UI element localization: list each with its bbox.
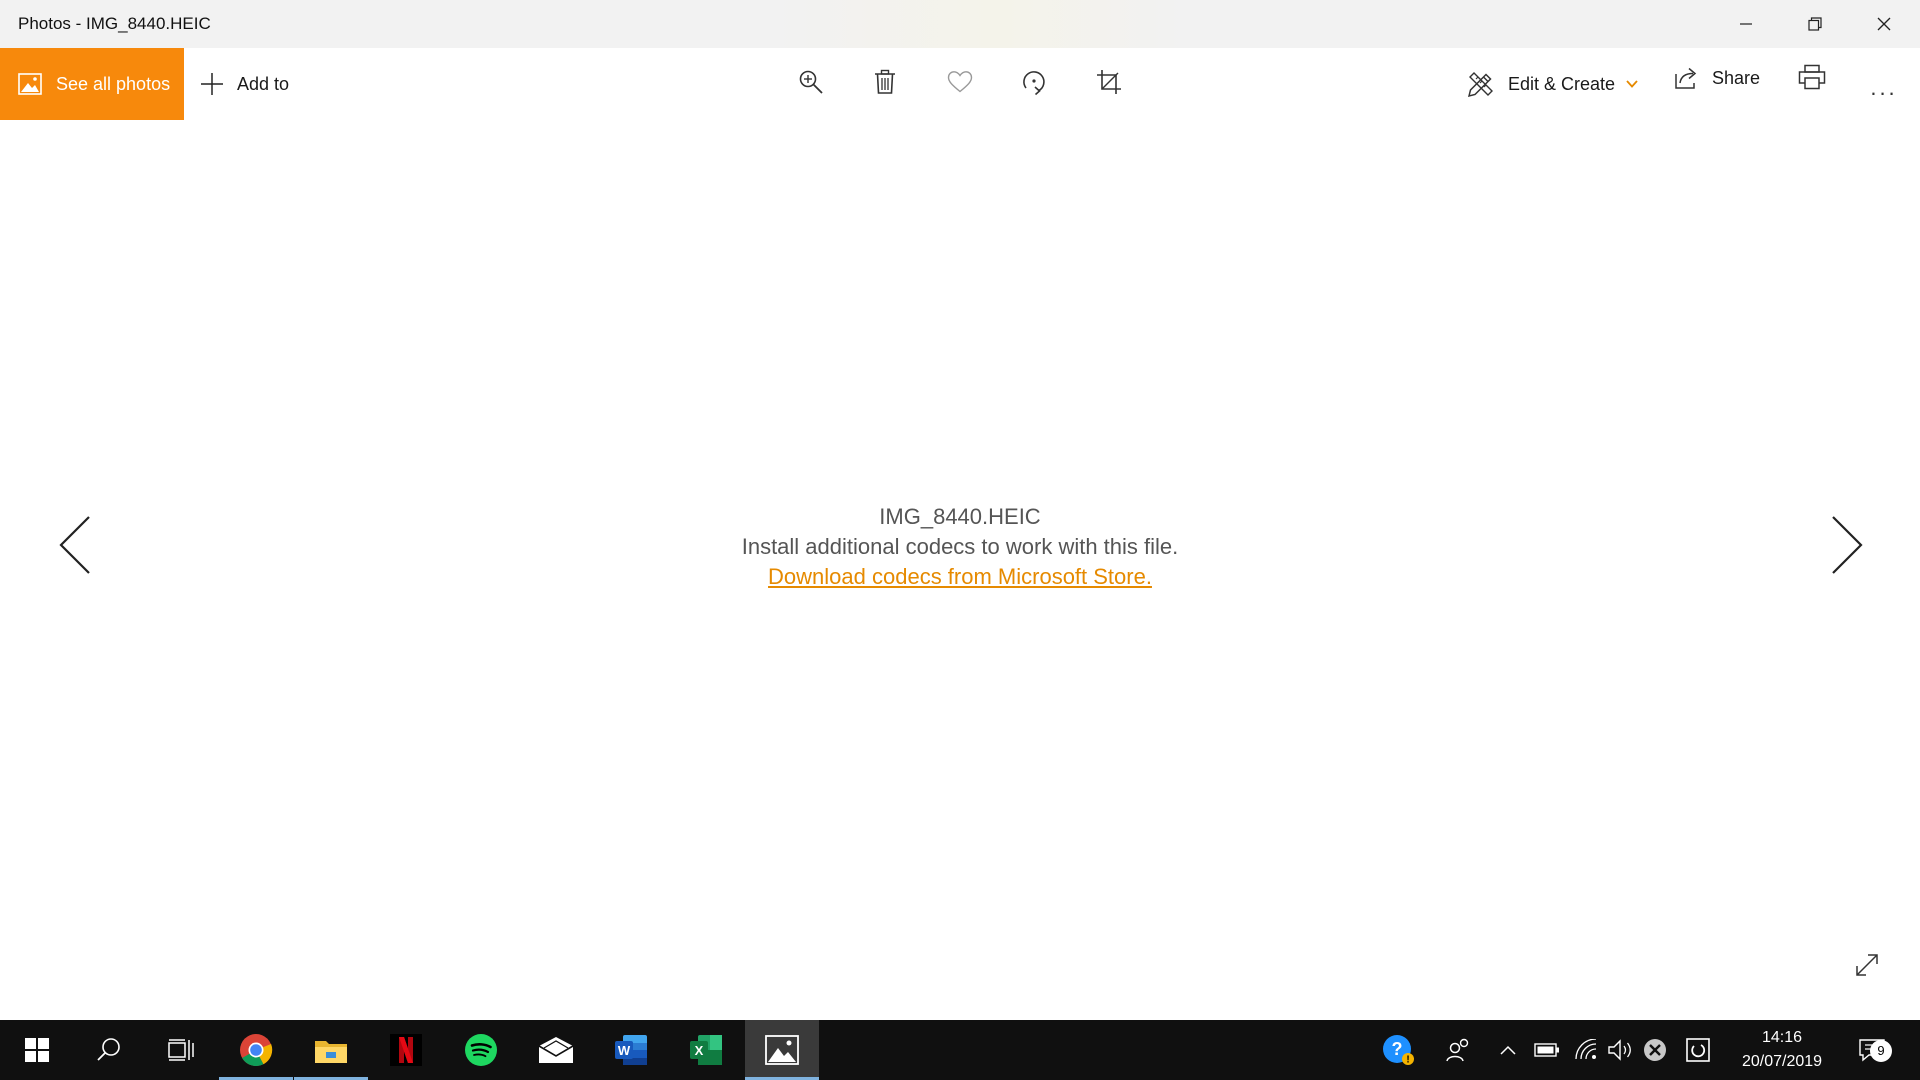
sync-app-icon <box>1686 1038 1710 1062</box>
crop-icon <box>1097 70 1121 94</box>
minimize-button[interactable] <box>1712 0 1780 48</box>
more-options-label: ... <box>1870 75 1898 100</box>
heart-icon <box>947 71 973 93</box>
download-codecs-link[interactable]: Download codecs from Microsoft Store. <box>768 564 1152 589</box>
taskbar: W X ? ! 14:16 20/07/2019 <box>0 1020 1920 1080</box>
people-icon <box>1446 1038 1469 1062</box>
edit-create-icon <box>1466 69 1496 99</box>
photos-icon <box>765 1035 799 1065</box>
taskbar-clock[interactable]: 14:16 20/07/2019 <box>1720 1026 1844 1074</box>
see-all-photos-label: See all photos <box>56 73 171 94</box>
wifi-icon <box>1575 1039 1597 1060</box>
toolbar: See all photos Add to Edit & Create Shar… <box>0 48 1920 120</box>
photo-icon <box>18 73 42 95</box>
search-button[interactable] <box>72 1020 146 1080</box>
clock-time: 14:16 <box>1761 1029 1803 1046</box>
tray-people[interactable] <box>1438 1020 1478 1080</box>
folder-icon <box>315 1041 347 1063</box>
close-button[interactable] <box>1850 0 1918 48</box>
print-icon <box>1798 64 1826 90</box>
share-label: Share <box>1712 67 1761 88</box>
windows-icon <box>25 1038 49 1062</box>
see-all-photos-button[interactable]: See all photos <box>0 48 184 120</box>
close-icon <box>1877 17 1891 31</box>
svg-text:X: X <box>695 1043 704 1058</box>
codec-description: Install additional codecs to work with t… <box>741 534 1179 559</box>
help-icon: ? ! <box>1383 1035 1414 1066</box>
rotate-button[interactable] <box>1014 62 1054 102</box>
clock-date: 20/07/2019 <box>1741 1053 1823 1070</box>
favorite-button[interactable] <box>940 62 980 102</box>
tray-help[interactable]: ? ! <box>1377 1020 1421 1080</box>
cancel-circle-icon <box>1644 1039 1666 1061</box>
more-options-button[interactable]: ... <box>1864 68 1904 108</box>
task-view-icon <box>168 1039 194 1061</box>
window-title: Photos - IMG_8440.HEIC <box>18 14 211 33</box>
rotate-icon <box>1023 71 1045 96</box>
zoom-button[interactable] <box>791 62 831 102</box>
taskbar-netflix[interactable] <box>369 1020 443 1080</box>
mail-icon <box>538 1037 574 1063</box>
excel-icon: X <box>690 1035 722 1065</box>
edit-create-button[interactable]: Edit & Create <box>1466 48 1639 120</box>
restore-button[interactable] <box>1781 0 1849 48</box>
search-icon <box>97 1038 120 1061</box>
taskbar-word[interactable]: W <box>594 1020 668 1080</box>
spotify-icon <box>465 1034 497 1066</box>
chevron-up-icon <box>1500 1045 1516 1055</box>
svg-text:!: ! <box>1406 1055 1409 1066</box>
word-icon: W <box>615 1035 647 1065</box>
start-button[interactable] <box>0 1020 74 1080</box>
taskbar-file-explorer[interactable] <box>294 1020 368 1080</box>
file-name: IMG_8440.HEIC <box>879 504 1041 529</box>
fullscreen-button[interactable] <box>1850 948 1884 982</box>
add-to-label: Add to <box>237 73 290 94</box>
share-icon <box>1674 66 1700 90</box>
battery-icon <box>1534 1043 1559 1057</box>
notification-count-badge: 9 <box>1870 1040 1892 1062</box>
taskbar-mail[interactable] <box>519 1020 593 1080</box>
add-to-button[interactable]: Add to <box>200 48 289 120</box>
tray-battery[interactable] <box>1527 1020 1567 1080</box>
minimize-icon <box>1740 23 1752 25</box>
plus-icon <box>200 72 224 96</box>
task-view-button[interactable] <box>144 1020 218 1080</box>
taskbar-excel[interactable]: X <box>669 1020 743 1080</box>
tray-overflow[interactable] <box>1492 1020 1524 1080</box>
expand-icon <box>1856 954 1878 976</box>
codec-message: IMG_8440.HEIC Install additional codecs … <box>0 502 1920 592</box>
volume-icon <box>1608 1039 1631 1061</box>
taskbar-photos[interactable] <box>745 1020 819 1080</box>
edit-create-label: Edit & Create <box>1508 73 1616 94</box>
restore-icon <box>1808 17 1822 31</box>
chrome-icon <box>240 1034 273 1066</box>
svg-text:W: W <box>618 1043 631 1058</box>
taskbar-chrome[interactable] <box>219 1020 293 1080</box>
netflix-icon <box>390 1034 422 1066</box>
crop-button[interactable] <box>1089 62 1129 102</box>
delete-button[interactable] <box>865 62 905 102</box>
share-button[interactable]: Share <box>1674 48 1760 108</box>
print-button[interactable] <box>1792 57 1832 97</box>
trash-icon <box>875 69 895 94</box>
svg-text:?: ? <box>1392 1039 1403 1059</box>
chevron-down-icon <box>1625 79 1639 89</box>
taskbar-spotify[interactable] <box>444 1020 518 1080</box>
title-bar: Photos - IMG_8440.HEIC <box>0 0 1920 48</box>
tray-app-status[interactable] <box>1635 1020 1675 1080</box>
tray-sync[interactable] <box>1678 1020 1718 1080</box>
zoom-in-icon <box>799 70 823 94</box>
